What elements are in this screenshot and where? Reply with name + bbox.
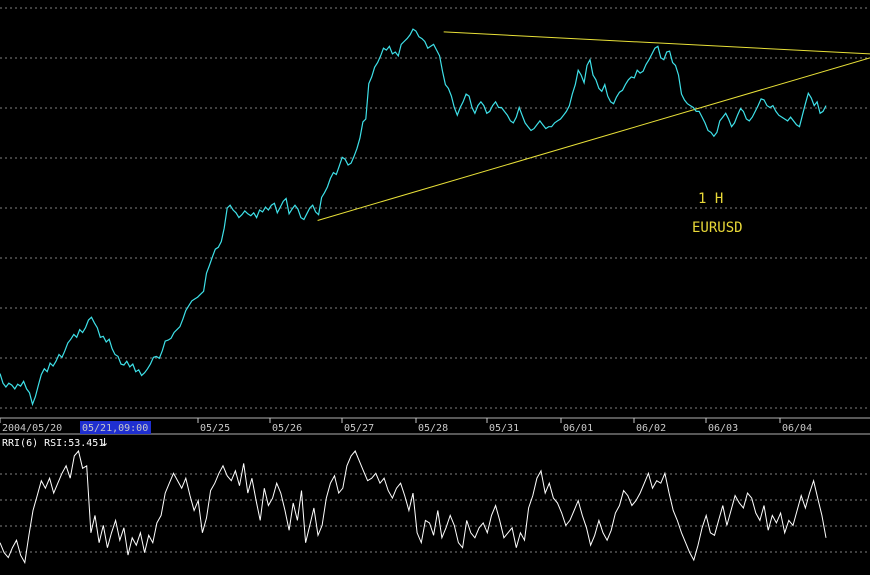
- chart: 2004/05/20 05/25 05/26 05/27 05/28 05/31 06/01…: [0, 0, 870, 575]
- indicator-label: RRI(6) RSI:53.451: [2, 438, 104, 449]
- x-tick-label: 2004/05/20: [2, 423, 62, 434]
- x-tick-label: 06/04: [782, 423, 812, 434]
- cursor-date-label: 05/21,09:00: [82, 423, 148, 434]
- x-tick-label: 05/28: [418, 423, 448, 434]
- x-tick-label: 05/26: [272, 423, 302, 434]
- x-tick-label: 06/03: [708, 423, 738, 434]
- arrow-down-icon: ↓: [100, 436, 109, 449]
- chart-background: [0, 0, 870, 575]
- x-tick-label: 05/27: [344, 423, 374, 434]
- x-tick-label: 06/02: [636, 423, 666, 434]
- symbol-annotation: EURUSD: [692, 220, 743, 236]
- x-tick-label: 05/25: [200, 423, 230, 434]
- x-tick-label: 06/01: [563, 423, 593, 434]
- x-tick-label: 05/31: [489, 423, 519, 434]
- timeframe-annotation: 1 H: [698, 191, 723, 207]
